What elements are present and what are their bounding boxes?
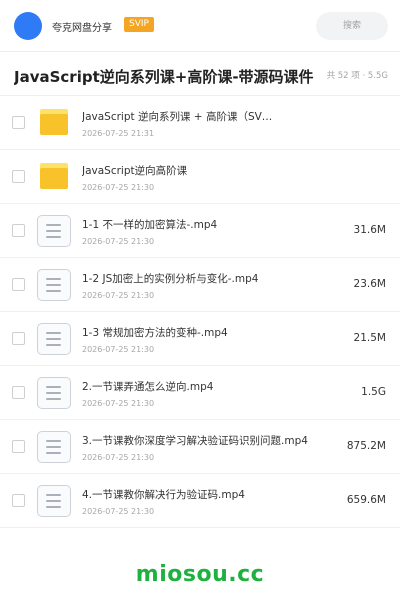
row-checkbox[interactable]: [12, 332, 25, 345]
file-size: 31.6M: [353, 224, 386, 236]
avatar[interactable]: [14, 12, 42, 40]
file-date: 2026-07-25 21:30: [82, 183, 155, 192]
file-name: JavaScript逆向高阶课: [82, 165, 188, 177]
file-name: 4.一节课教你解决行为验证码.mp4: [82, 489, 245, 501]
share-title-bar: JavaScript逆向系列课+高阶课-带源码课件 共 52 项 · 5.5G: [0, 52, 400, 96]
row-checkbox[interactable]: [12, 440, 25, 453]
video-file-icon: [37, 323, 71, 355]
page-title: JavaScript逆向系列课+高阶课-带源码课件: [14, 68, 314, 86]
list-item[interactable]: 4.一节课教你解决行为验证码.mp4 2026-07-25 21:30 659.…: [0, 474, 400, 528]
file-date: 2026-07-25 21:30: [82, 399, 155, 408]
file-size: 1.5G: [361, 386, 386, 398]
list-item[interactable]: JavaScript逆向高阶课 2026-07-25 21:30: [0, 150, 400, 204]
brand-name: 夸克网盘分享: [52, 23, 112, 34]
video-file-icon: [37, 269, 71, 301]
video-file-icon: [37, 215, 71, 247]
file-size: 659.6M: [346, 494, 386, 506]
file-date: 2026-07-25 21:30: [82, 345, 155, 354]
file-date: 2026-07-25 21:30: [82, 453, 155, 462]
list-item[interactable]: 1-2 JS加密上的实例分析与变化-.mp4 2026-07-25 21:30 …: [0, 258, 400, 312]
list-item[interactable]: JavaScript 逆向系列课 + 高阶课（SV… 2026-07-25 21…: [0, 96, 400, 150]
file-size: 21.5M: [353, 332, 386, 344]
file-name: 1-2 JS加密上的实例分析与变化-.mp4: [82, 273, 259, 285]
file-date: 2026-07-25 21:30: [82, 291, 155, 300]
file-list: JavaScript 逆向系列课 + 高阶课（SV… 2026-07-25 21…: [0, 96, 400, 528]
svip-badge: SVIP: [124, 17, 154, 32]
row-checkbox[interactable]: [12, 170, 25, 183]
file-date: 2026-07-25 21:31: [82, 129, 155, 138]
file-name: 1-3 常规加密方法的变种-.mp4: [82, 327, 228, 339]
share-meta: 共 52 项 · 5.5G: [326, 71, 388, 81]
file-size: 23.6M: [353, 278, 386, 290]
row-checkbox[interactable]: [12, 494, 25, 507]
row-checkbox[interactable]: [12, 278, 25, 291]
row-checkbox[interactable]: [12, 116, 25, 129]
search-input[interactable]: 搜索: [316, 12, 388, 40]
row-checkbox[interactable]: [12, 386, 25, 399]
file-date: 2026-07-25 21:30: [82, 507, 155, 516]
app-header: 夸克网盘分享 SVIP 搜索: [0, 0, 400, 52]
folder-icon: [40, 163, 68, 189]
file-name: JavaScript 逆向系列课 + 高阶课（SV…: [82, 111, 273, 123]
folder-icon: [40, 109, 68, 135]
watermark: miosou.cc: [135, 562, 265, 587]
list-item[interactable]: 3.一节课教你深度学习解决验证码识别问题.mp4 2026-07-25 21:3…: [0, 420, 400, 474]
video-file-icon: [37, 377, 71, 409]
file-date: 2026-07-25 21:30: [82, 237, 155, 246]
video-file-icon: [37, 485, 71, 517]
list-item[interactable]: 1-3 常规加密方法的变种-.mp4 2026-07-25 21:30 21.5…: [0, 312, 400, 366]
file-size: 875.2M: [346, 440, 386, 452]
video-file-icon: [37, 431, 71, 463]
file-name: 2.一节课弄通怎么逆向.mp4: [82, 381, 214, 393]
file-name: 3.一节课教你深度学习解决验证码识别问题.mp4: [82, 435, 308, 447]
row-checkbox[interactable]: [12, 224, 25, 237]
list-item[interactable]: 1-1 不一样的加密算法-.mp4 2026-07-25 21:30 31.6M: [0, 204, 400, 258]
file-name: 1-1 不一样的加密算法-.mp4: [82, 219, 218, 231]
list-item[interactable]: 2.一节课弄通怎么逆向.mp4 2026-07-25 21:30 1.5G: [0, 366, 400, 420]
